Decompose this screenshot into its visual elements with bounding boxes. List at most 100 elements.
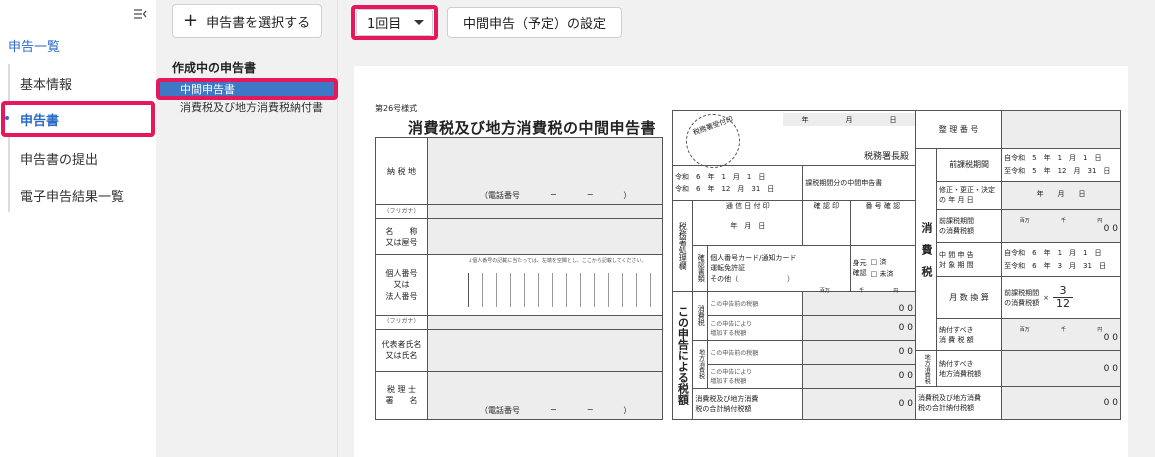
rep-furigana-field [427,314,663,330]
form-number: 第26号様式 [375,104,418,113]
dash: − [586,190,594,200]
phone-label: （電話番号 [480,191,520,201]
period-to: 令和 6 年 12 月 31 日 [675,185,775,194]
round-select-value: 1回目 [367,17,402,32]
prev-tax-label: 前課税期間 の消費税額 [935,209,1003,243]
unit-million: 百万 [1019,327,1030,334]
month-label: 月 [845,115,853,124]
zero-value: 0 0 [1103,224,1118,235]
dash: − [586,405,594,414]
address-field: （電話番号 − − ） [427,136,663,206]
local-due-label: 納付すべき 地方消費税額 [935,350,1003,388]
zero-value: 0 0 [898,399,913,410]
interim-to: 至令和 6 年 3 月 31 日 [1004,261,1106,270]
unit-thousand: 千 [1061,218,1067,225]
unit-yen: 円 [1097,327,1103,334]
collapse-sidebar-icon[interactable] [133,8,147,20]
due-tax-value: 百万 千 円 0 0 [1001,317,1121,352]
nav-item-basic-info[interactable]: 基本情報 [20,74,72,93]
row1-label: この申告前の税額 [707,290,804,317]
select-declaration-button[interactable]: + 申告書を選択する [172,4,322,38]
side-label: この申告による税額 [671,290,694,421]
row4-label: この申告により 増加する税額 [707,363,804,390]
times-sign: × [1043,293,1050,302]
main-area: 1回目 中間申告（予定）の設定 第26号様式 消費税及び地方消費税の中間申告書 … [338,0,1155,457]
zero-value: 0 0 [1103,363,1118,374]
nav-rail [8,64,10,212]
zero-value: 0 0 [898,304,913,315]
row2-value: 0 0 [802,315,916,341]
not-done-checkbox[interactable]: □ 未済 [871,268,894,281]
active-indicator-dot [5,116,9,120]
local-section-label: 地方消費税 [915,350,937,388]
dash: − [550,405,557,414]
row2-label: この申告により 増加する税額 [707,315,804,341]
number-check-label: 番 号 確 認 [849,200,917,246]
plus-icon: + [183,10,199,31]
tax-office-label: 税務署長殿 [863,152,909,163]
date-stamp-ymd: 年 月 日 [730,222,766,231]
period-description: 課税期間分の中間申告書 [802,165,916,202]
confirm-stamp-label: 確 認 印 [802,200,851,246]
amend-date-field: 年 月 日 [1001,180,1121,211]
local-due-value: 0 0 [1001,350,1121,388]
paren: ） [623,191,632,201]
paren: ） [623,406,632,415]
name-field [427,218,663,256]
tax-accountant-label: 税 理 士 署 名 [375,370,428,421]
grand-total-label: 消費税及び地方消費 税の合計納付税額 [914,386,1003,420]
round-select-dropdown[interactable]: 1回目 [356,9,433,36]
processing-label: 税務署処理欄 [671,200,694,292]
interim-from: 自令和 6 年 1 月 1 日 [1004,248,1102,257]
prev-tax-value: 百万 千 円 0 0 [1001,209,1121,243]
year-label: 年 [801,115,809,124]
select-declaration-label: 申告書を選択する [206,15,311,31]
zero-value: 0 0 [898,371,913,382]
prev-period-label: 前課税期間 [935,148,1003,182]
interim-setting-button[interactable]: 中間申告（予定）の設定 [447,7,622,38]
due-tax-label: 納付すべき 消 費 税 額 [935,317,1003,352]
month-conversion-formula: 前課税期間 の消費税額 × 3 12 [1001,276,1121,319]
phone-label: （電話番号 [480,406,520,415]
confirm-docs-list: 個人番号カード/通知カード 運転免許証 その他（ ） [707,244,851,292]
unit-million: 百万 [819,288,830,295]
taxpayer-table: 納 税 地 （電話番号 − − ） （フリガナ） 名 称 又は屋号 個人番号 又… [375,136,663,421]
nav-item-declaration[interactable]: 申告書 [20,110,59,129]
row4-value: 0 0 [802,363,916,390]
period-from: 令和 6 年 1 月 1 日 [675,172,766,181]
doc-item-payment-slip[interactable]: 消費税及び地方消費税納付書 [180,99,323,115]
month-conversion-label: 月 数 換 算 [935,276,1003,319]
ref-no-field [1001,109,1121,150]
row3-value: 0 0 [802,339,916,365]
id-confirm-cell: 身元 確認 □ 済 □ 未済 [849,244,917,292]
prev-to: 至令和 5 年 12 月 31 日 [1004,166,1111,175]
nav-item-e-filing-results[interactable]: 電子申告結果一覧 [20,186,124,205]
done-checkbox[interactable]: □ 済 [871,256,894,269]
rep-label: 代表者氏名 又は氏名 [375,328,428,372]
id-note: ↓個人番号の記載に当たっては、左端を空欄とし、ここから記載してください。 [468,258,647,265]
id-digit-boxes [468,273,652,308]
zero-value: 0 0 [1103,333,1118,344]
formula-label: 前課税期間 の消費税額 [1004,288,1040,307]
grand-total-value: 0 0 [1001,386,1121,420]
date-stamp-col: 通 信 日 付 印 年 月 日 [692,200,804,246]
form-preview: 第26号様式 消費税及び地方消費税の中間申告書 納 税 地 （電話番号 − − … [354,66,1128,457]
denominator: 12 [1053,297,1074,310]
left-navigation: 申告一覧 基本情報 申告書 申告書の提出 電子申告結果一覧 [0,0,156,457]
tax-accountant-field: （電話番号 − − ） [427,370,663,421]
unit-thousand: 千 [859,288,865,295]
receipt-date-row: 年 月 日 [783,113,915,126]
summary-table: 整 理 番 号 消 費 税 前課税期間 自令和 5 年 1 月 1 日 至令和 … [914,109,1121,420]
nav-declaration-list[interactable]: 申告一覧 [8,36,60,55]
caret-down-icon [414,20,424,25]
doc-item-interim[interactable]: 中間申告書 [180,81,235,97]
nav-item-submission[interactable]: 申告書の提出 [20,149,98,168]
unit-yen: 円 [893,288,899,295]
furigana-label: （フリガナ） [375,204,428,220]
form-title: 消費税及び地方消費税の中間申告書 [408,119,657,137]
zero-value: 0 0 [898,347,913,358]
prev-from: 自令和 5 年 1 月 1 日 [1004,154,1102,163]
in-progress-heading: 作成中の申告書 [172,61,257,75]
ref-no-label: 整 理 番 号 [914,109,1003,150]
unit-million: 百万 [1019,218,1030,225]
